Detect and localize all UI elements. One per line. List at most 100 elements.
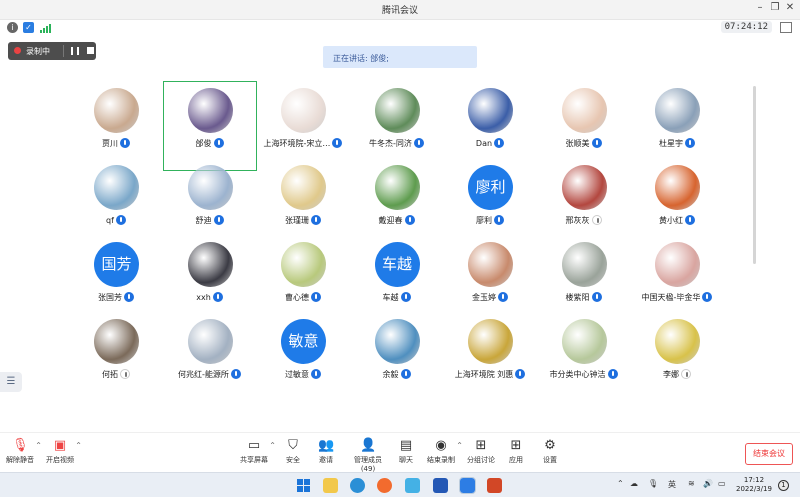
participant-name: 曹心德 bbox=[249, 292, 357, 303]
avatar bbox=[561, 165, 607, 210]
participant-tile[interactable]: 李娜 bbox=[631, 313, 723, 401]
participant-name: 张顺美 bbox=[530, 138, 638, 149]
participant-tile[interactable]: 舒迪 bbox=[164, 159, 256, 247]
stop-icon[interactable] bbox=[87, 47, 94, 54]
participant-tile[interactable]: Dan bbox=[444, 82, 536, 170]
participant-tile[interactable]: 牛冬杰-同济 bbox=[351, 82, 443, 170]
participant-tile[interactable]: 中国天楹-毕金华 bbox=[631, 236, 723, 324]
participant-tile[interactable]: qf bbox=[70, 159, 162, 247]
participant-tile[interactable]: 何兆红-能源所 bbox=[164, 313, 256, 401]
participant-name: 何兆红-能源所 bbox=[156, 369, 264, 380]
volume-icon[interactable]: 🔊 bbox=[703, 479, 713, 488]
participant-tile[interactable]: 国芳 张国芳 bbox=[70, 236, 162, 324]
breakout-rooms-button[interactable]: ⊞ 分组讨论 bbox=[461, 439, 501, 465]
notepad-icon[interactable] bbox=[405, 478, 420, 493]
participant-tile[interactable]: 上海环境院-宋立… bbox=[257, 82, 349, 170]
word-icon[interactable] bbox=[433, 478, 448, 493]
pause-icon[interactable] bbox=[71, 47, 79, 55]
notification-badge[interactable]: 1 bbox=[778, 480, 789, 491]
file-explorer-icon[interactable] bbox=[323, 478, 338, 493]
participant-name-text: 张顺美 bbox=[565, 139, 590, 148]
avatar bbox=[374, 165, 420, 210]
camera-off-icon: ▣ bbox=[53, 438, 67, 453]
tencent-meeting-icon[interactable] bbox=[459, 477, 476, 494]
avatar bbox=[374, 88, 420, 133]
participant-tile[interactable]: 何拓 bbox=[70, 313, 162, 401]
chat-button[interactable]: ▤ 聊天 bbox=[386, 439, 426, 465]
avatar: 国芳 bbox=[94, 242, 139, 287]
cloud-icon[interactable]: ☁ bbox=[630, 479, 638, 488]
os-taskbar: ⌃ ☁ 🎙 英 ≋ 🔊 ▭ 17:12 2022/3/19 1 bbox=[0, 472, 800, 497]
battery-icon[interactable]: ▭ bbox=[718, 479, 726, 488]
powerpoint-icon[interactable] bbox=[487, 478, 502, 493]
participant-tile[interactable]: 楼紫阳 bbox=[538, 236, 630, 324]
mic-icon bbox=[115, 215, 126, 225]
unmute-button[interactable]: 🎙 解除静音 ⌃ bbox=[0, 439, 42, 465]
mic-icon bbox=[213, 138, 224, 148]
recording-label: 录制中 bbox=[26, 47, 50, 56]
input-method-indicator[interactable]: 英 bbox=[668, 479, 676, 490]
close-icon[interactable]: ✕ bbox=[782, 2, 798, 13]
participant-name-text: 杜星宇 bbox=[659, 139, 683, 148]
participant-tile[interactable]: 曹心德 bbox=[257, 236, 349, 324]
participant-name-text: 牛冬杰-同济 bbox=[369, 139, 412, 148]
mic-icon bbox=[515, 369, 526, 379]
end-recording-button[interactable]: ◉ 结束录制 ⌃ bbox=[421, 439, 463, 465]
participant-tile[interactable]: 敏意 过敏意 bbox=[257, 313, 349, 401]
system-clock[interactable]: 17:12 2022/3/19 bbox=[736, 476, 772, 494]
participant-tile[interactable]: 戴迎春 bbox=[351, 159, 443, 247]
restore-icon[interactable]: ❐ bbox=[767, 2, 783, 13]
edge-browser-icon[interactable] bbox=[350, 478, 365, 493]
participant-name: 车越 bbox=[343, 292, 451, 303]
participant-tile[interactable]: 市分类中心钟洁 bbox=[538, 313, 630, 401]
start-icon[interactable] bbox=[296, 478, 311, 493]
participant-tile[interactable]: 黄小红 bbox=[631, 159, 723, 247]
participant-tile[interactable]: 上海环境院 刘惠 bbox=[444, 313, 536, 401]
participant-tile[interactable]: 张顺美 bbox=[538, 82, 630, 170]
participant-name: qf bbox=[62, 215, 170, 225]
minimize-icon[interactable]: – bbox=[752, 2, 768, 13]
participant-tile[interactable]: 张瑾珊 bbox=[257, 159, 349, 247]
settings-button[interactable]: ⚙ 设置 bbox=[530, 439, 570, 465]
mic-icon bbox=[311, 215, 321, 225]
chevron-up-icon[interactable]: ⌃ bbox=[617, 479, 624, 488]
participant-tile[interactable]: 邢灰灰 bbox=[538, 159, 630, 247]
participant-tile[interactable]: 杜星宇 bbox=[631, 82, 723, 170]
share-screen-button[interactable]: ▭ 共享屏幕 ⌃ bbox=[234, 439, 276, 465]
list-toggle-icon[interactable]: ☰ bbox=[0, 372, 22, 392]
title-bar: 腾讯会议 – ❐ ✕ bbox=[0, 0, 800, 20]
fullscreen-icon[interactable] bbox=[780, 22, 792, 33]
firefox-icon[interactable] bbox=[377, 478, 392, 493]
participant-name-text: 上海环境院 刘惠 bbox=[454, 370, 514, 379]
mic-icon bbox=[400, 369, 411, 379]
shield-icon[interactable]: ✓ bbox=[23, 22, 34, 33]
meeting-timer: 07:24:12 bbox=[720, 21, 772, 33]
participant-tile[interactable]: 廖利 廖利 bbox=[444, 159, 536, 247]
start-video-button[interactable]: ▣ 开启视频 ⌃ bbox=[40, 438, 82, 465]
participant-tile[interactable]: xxh bbox=[164, 236, 256, 324]
participant-name: 邰俊 bbox=[156, 138, 264, 149]
manage-members-button[interactable]: 👤 管理成员(49) bbox=[348, 439, 388, 474]
avatar bbox=[468, 319, 513, 364]
participant-name: 上海环境院 刘惠 bbox=[436, 369, 544, 380]
chevron-up-icon[interactable]: ⌃ bbox=[75, 441, 82, 450]
participant-tile[interactable]: 金玉婷 bbox=[444, 236, 536, 324]
participant-tile[interactable]: 贾川 bbox=[70, 82, 162, 170]
wifi-icon[interactable]: ≋ bbox=[688, 479, 695, 488]
participant-tile[interactable]: 余毅 bbox=[351, 313, 443, 401]
signal-icon[interactable] bbox=[40, 23, 52, 33]
participant-tile[interactable]: 邰俊 bbox=[162, 81, 257, 171]
avatar bbox=[655, 165, 700, 210]
microphone-icon[interactable]: 🎙 bbox=[648, 479, 658, 488]
invite-button[interactable]: 👥 邀请 bbox=[306, 439, 346, 465]
participant-tile[interactable]: 车越 车越 bbox=[351, 236, 443, 324]
avatar bbox=[187, 319, 233, 364]
mic-icon bbox=[404, 215, 415, 225]
info-icon[interactable]: i bbox=[7, 22, 18, 33]
participant-name: 金玉婷 bbox=[436, 292, 544, 303]
mic-icon bbox=[591, 292, 602, 302]
grid-scrollbar[interactable] bbox=[753, 86, 756, 264]
end-meeting-button[interactable]: 结束会议 bbox=[745, 443, 793, 465]
participant-name: 中国天楹-毕金华 bbox=[623, 292, 731, 303]
participant-name: 戴迎春 bbox=[343, 215, 451, 226]
